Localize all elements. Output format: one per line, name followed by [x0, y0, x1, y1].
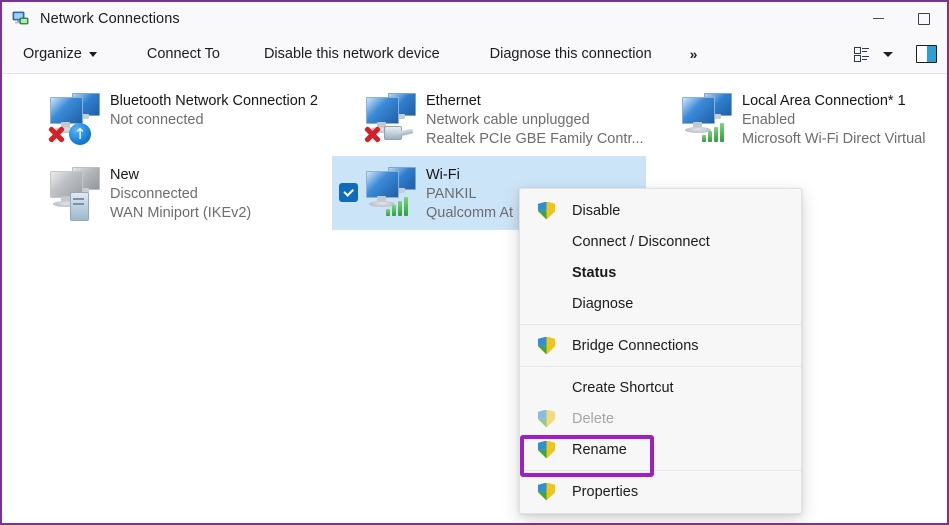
title-bar: Network Connections: [2, 2, 947, 35]
connection-device: Qualcomm At: [426, 204, 513, 223]
menu-item-properties[interactable]: Properties: [520, 476, 801, 507]
list-item-text: Bluetooth Network Connection 2 Not conne…: [110, 90, 318, 130]
toolbar-overflow-button[interactable]: »: [686, 40, 701, 68]
menu-item-disable[interactable]: Disable: [520, 195, 801, 226]
list-item-text: Local Area Connection* 1 Enabled Microso…: [742, 90, 925, 149]
network-adapter-icon: [360, 90, 422, 146]
signal-bars-badge-icon: [386, 194, 412, 216]
uac-shield-icon: [538, 337, 572, 355]
menu-item-label: Diagnose: [572, 296, 633, 312]
connection-name: Ethernet: [426, 92, 641, 111]
connection-device: WAN Miniport (IKEv2): [110, 204, 251, 223]
view-options-icon[interactable]: [854, 47, 871, 61]
connection-device: Realtek PCIe GBE Family Contr...: [426, 130, 644, 149]
network-connections-window: Network Connections Organize Connect To …: [0, 0, 949, 525]
menu-item-label: Connect / Disconnect: [572, 234, 710, 250]
connection-name: New: [110, 166, 251, 185]
menu-separator: [520, 366, 801, 367]
menu-item-label: Bridge Connections: [572, 338, 699, 354]
organize-label: Organize: [23, 46, 82, 62]
uac-shield-icon: [538, 202, 572, 220]
connection-status: Disconnected: [110, 185, 251, 204]
network-adapter-icon: [360, 164, 422, 220]
maximize-icon: [918, 13, 930, 25]
list-item-text: Wi-Fi PANKIL Qualcomm At: [426, 164, 513, 223]
menu-item-label: Delete: [572, 411, 614, 427]
menu-item-label: Create Shortcut: [572, 380, 674, 396]
connection-name: Bluetooth Network Connection 2: [110, 92, 318, 111]
list-item[interactable]: ↑ Bluetooth Network Connection 2 Not con…: [16, 82, 330, 156]
connections-list: ↑ Bluetooth Network Connection 2 Not con…: [2, 74, 947, 523]
chevron-down-icon: [89, 52, 97, 57]
network-connections-icon: [12, 10, 30, 28]
window-title: Network Connections: [40, 11, 180, 27]
wan-miniport-badge-icon: [70, 192, 89, 221]
list-item[interactable]: Local Area Connection* 1 Enabled Microso…: [648, 82, 949, 156]
menu-item-label: Rename: [572, 442, 627, 458]
menu-item-bridge-connections[interactable]: Bridge Connections: [520, 330, 801, 361]
menu-item-connect-disconnect[interactable]: Connect / Disconnect: [520, 226, 801, 257]
connect-to-button[interactable]: Connect To: [143, 40, 224, 68]
toolbar-right-group: [854, 35, 937, 73]
connection-name: Local Area Connection* 1: [742, 92, 925, 111]
disconnected-x-icon: [46, 124, 66, 144]
network-adapter-icon: ↑: [44, 90, 106, 146]
menu-separator: [520, 324, 801, 325]
network-adapter-icon: [44, 164, 106, 220]
menu-item-diagnose[interactable]: Diagnose: [520, 288, 801, 319]
disable-network-device-button[interactable]: Disable this network device: [260, 40, 444, 68]
view-options-chevron-down-icon[interactable]: [883, 52, 893, 57]
menu-item-status[interactable]: Status: [520, 257, 801, 288]
ethernet-cable-badge-icon: [384, 123, 414, 141]
bluetooth-badge-icon: ↑: [69, 123, 91, 145]
organize-button[interactable]: Organize: [19, 40, 101, 68]
connection-status: PANKIL: [426, 185, 513, 204]
disconnected-x-icon: [362, 124, 382, 144]
connection-status: Enabled: [742, 111, 925, 130]
network-adapter-icon: [676, 90, 738, 146]
window-controls: [855, 2, 947, 35]
maximize-button[interactable]: [901, 2, 947, 35]
menu-item-delete: Delete: [520, 403, 801, 434]
menu-item-label: Disable: [572, 203, 620, 219]
minimize-icon: [873, 18, 884, 19]
minimize-button[interactable]: [855, 2, 901, 35]
menu-item-create-shortcut[interactable]: Create Shortcut: [520, 372, 801, 403]
context-menu: Disable Connect / Disconnect Status Diag…: [519, 188, 802, 514]
connection-name: Wi-Fi: [426, 166, 513, 185]
uac-shield-icon: [538, 441, 572, 459]
connection-device: Microsoft Wi-Fi Direct Virtual: [742, 130, 925, 149]
uac-shield-icon: [538, 483, 572, 501]
preview-pane-icon[interactable]: [916, 45, 937, 63]
diagnose-connection-button[interactable]: Diagnose this connection: [486, 40, 656, 68]
menu-item-label: Properties: [572, 484, 638, 500]
signal-bars-badge-icon: [702, 120, 728, 142]
menu-item-rename[interactable]: Rename: [520, 434, 801, 465]
connection-status: Not connected: [110, 111, 318, 130]
list-item[interactable]: New Disconnected WAN Miniport (IKEv2): [16, 156, 330, 230]
menu-item-label: Status: [572, 265, 616, 281]
list-item-text: New Disconnected WAN Miniport (IKEv2): [110, 164, 251, 223]
list-item[interactable]: Ethernet Network cable unplugged Realtek…: [332, 82, 646, 156]
toolbar: Organize Connect To Disable this network…: [2, 35, 947, 73]
connection-status: Network cable unplugged: [426, 111, 644, 130]
list-item-checkbox[interactable]: [339, 183, 358, 202]
list-item-text: Ethernet Network cable unplugged Realtek…: [426, 90, 644, 149]
uac-shield-icon: [538, 410, 572, 428]
menu-separator: [520, 470, 801, 471]
